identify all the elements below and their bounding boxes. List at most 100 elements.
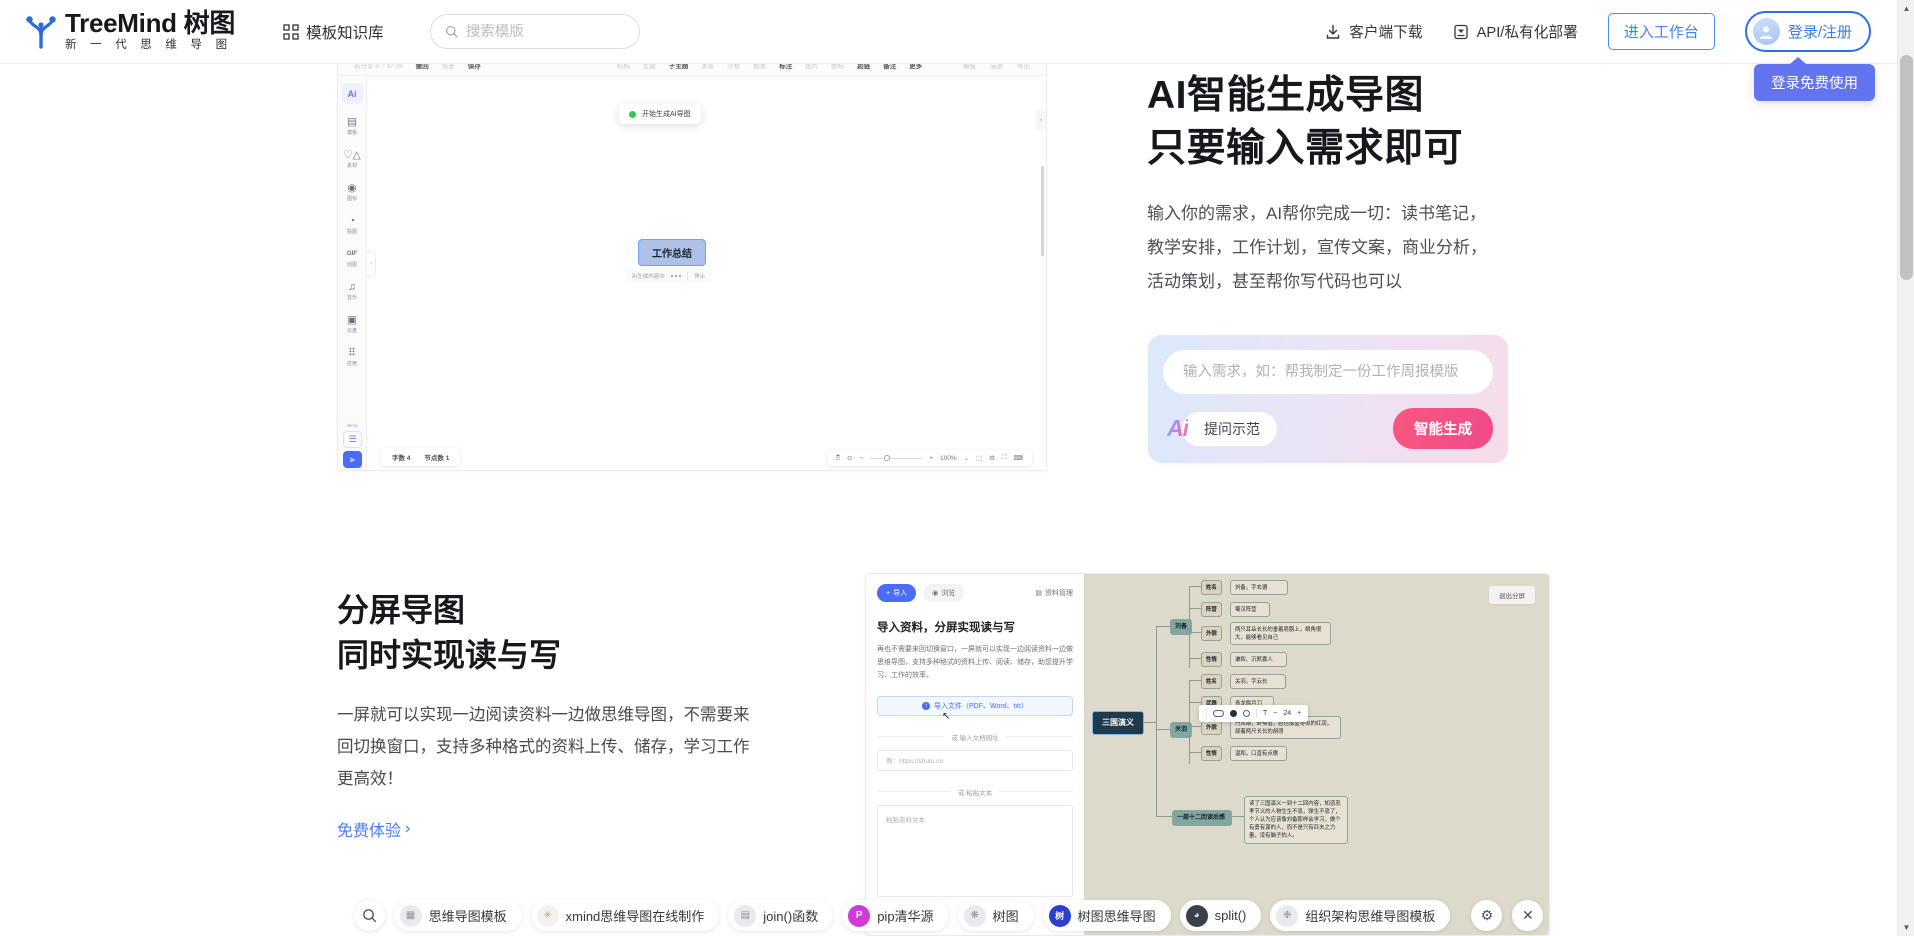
mindmap-key[interactable]: 姓名 [1201,674,1222,689]
center-view-icon[interactable]: ⊙ [847,454,852,462]
taskbar-item[interactable]: ▦ 思维导图模板 [394,900,522,931]
document-url-input[interactable]: 例：https://shutu.cn [877,750,1073,771]
login-register-button[interactable]: 登录/注册 [1745,11,1871,52]
mindmap-leaf[interactable]: 温和，口直有点傲 [1230,746,1287,761]
search-input[interactable] [466,24,625,40]
search-icon [362,908,377,923]
color-fill-icon[interactable] [1230,710,1237,717]
sidebar-item-apps[interactable]: ⠿ 应用 [347,347,357,367]
ai-prompt-field[interactable] [1163,350,1493,394]
canvas-panel-expand-button[interactable]: › [1036,109,1046,131]
settings-icon[interactable]: ⚙ [989,454,995,462]
taskbar-item[interactable]: ❋ 树图 [958,900,1034,931]
mouse-mode-icon[interactable]: 🖰 [836,454,840,462]
sidebar-item-sticker[interactable]: ◔ 贴图 [347,215,357,235]
split-view-button[interactable]: ⫸ [343,451,362,468]
taskbar-item[interactable]: P pip清华源 [842,900,948,931]
taskbar-item-label: split() [1215,908,1247,923]
tab-import[interactable]: + 导入 [877,584,916,602]
mindmap-format-toolbar[interactable]: T − 24 + [1199,705,1308,722]
editor-canvas[interactable]: 开始生成AI导图 工作总结 AI生成内容中 停止 字数 4 节点数 1 🖰 ⊙ … [367,76,1046,471]
mindmap-leaf[interactable]: 谦和、沉默寡人 [1230,652,1287,667]
shape-oval-icon[interactable] [1213,710,1224,717]
scroll-up-icon[interactable]: ▲ [1898,0,1914,17]
sidebar-item-gif[interactable]: GIF 动图 [347,248,357,268]
node-status-label: AI生成内容中 [632,272,665,280]
sidebar-collapse-button[interactable]: › [367,251,376,277]
zoom-out-button[interactable]: − [859,455,863,462]
zoom-in-button[interactable]: + [929,455,933,462]
ai-prompt-input[interactable] [1183,364,1473,380]
taskbar-item-label: pip清华源 [877,906,933,925]
zoom-slider[interactable] [870,458,922,459]
mindmap-key[interactable]: 阵营 [1201,602,1222,617]
sidebar-item-music[interactable]: ♫ 音乐 [347,281,357,301]
sidebar-ai-button[interactable]: Ai [342,83,363,104]
mindmap-root[interactable]: 三国演义 [1092,711,1144,735]
font-size-decrease-button[interactable]: − [1273,710,1277,717]
outline-view-button[interactable]: ☰ [343,431,362,448]
mindmap-leaf[interactable]: 蜀汉阵营 [1230,602,1270,617]
taskbar-item[interactable]: ▤ join()函数 [728,900,833,931]
hero-title-line1: AI智能生成导图 [1147,70,1537,123]
ai-generate-button[interactable]: 智能生成 [1393,408,1493,449]
mindmap-root-node[interactable]: 工作总结 [638,239,706,266]
mindmap-key[interactable]: 外貌 [1201,720,1222,735]
taskbar-item[interactable]: ◕ split() [1180,900,1262,931]
split-desc-line3: 更高效！ [337,763,797,795]
mindmap-leaf[interactable]: 刘备，字玄德 [1230,580,1288,595]
generation-toast: 开始生成AI导图 [619,104,701,124]
enter-workbench-button[interactable]: 进入工作台 [1608,13,1715,50]
zoom-slider-knob[interactable] [884,455,890,461]
logo[interactable]: TreeMind 树图 新 一 代 思 维 导 图 [24,10,235,53]
mindmap-leaf[interactable]: 两只耳朵长长的垂着肩膀上，眼角很大，能够看见自己 [1230,622,1331,645]
taskbar-item[interactable]: ❉ 组织架构思维导图模板 [1270,900,1450,931]
sidebar-item-material[interactable]: ♡△ 素材 [343,149,361,169]
taskbar-item[interactable]: ✳ xmind思维导图在线制作 [531,900,720,931]
mindmap-key[interactable]: 性情 [1201,746,1222,761]
keyboard-icon[interactable]: ⌨ [1014,454,1023,462]
mindmap-key[interactable]: 性情 [1201,652,1222,667]
scroll-down-icon[interactable]: ▼ [1898,919,1914,936]
color-outline-icon[interactable] [1243,710,1250,717]
taskbar-settings-button[interactable]: ⚙ [1471,900,1502,931]
mindmap-leaf[interactable]: 关羽，字云长 [1230,674,1286,689]
split-panel-desc: 再也不需要来回切换窗口，一屏就可以实现一边阅读资料一边做思维导图，支持多种格式的… [877,644,1073,683]
page-scrollbar[interactable]: ▲ ▼ [1897,0,1914,936]
import-file-button[interactable]: ↑ 导入文件（PDF、Word、txt） ↖ [877,696,1073,716]
font-size-value[interactable]: 24 [1283,710,1291,717]
free-trial-link[interactable]: 免费体验 › [337,817,410,841]
fit-screen-icon[interactable]: ⬚ [976,454,982,462]
sidebar-item-template[interactable]: ▤ 模板 [347,116,357,136]
chevron-down-icon[interactable]: ⌄ [964,454,969,462]
mindmap-key[interactable]: 姓名 [1201,580,1222,595]
server-icon [1453,24,1469,40]
taskbar-close-button[interactable]: ✕ [1512,900,1543,931]
split-right-canvas[interactable]: 退出分屏 三国演义 刘备 姓名 刘备，字玄德 阵营 [1084,574,1549,935]
mindmap-summary-key[interactable]: 一部十二回读后感 [1172,810,1232,826]
api-deploy-link[interactable]: API/私有化部署 [1453,21,1578,42]
site-header: TreeMind 树图 新 一 代 思 维 导 图 模板知识库 [0,0,1897,64]
taskbar-item-label: 树图 [993,906,1019,925]
mindmap-preview: 三国演义 刘备 姓名 刘备，字玄德 阵营 蜀汉阵营 外貌 两只耳朵长长的垂着肩膀… [1084,574,1549,935]
scrollbar-thumb[interactable] [1900,55,1913,280]
material-manage-button[interactable]: ▤ 资料管理 [1035,588,1073,598]
taskbar-item[interactable]: 树 树图思维导图 [1043,900,1171,931]
stop-generation-button[interactable]: 停止 [694,272,705,280]
nav-template-library[interactable]: 模板知识库 [283,21,384,43]
fullscreen-icon[interactable]: ⛶ [1002,454,1007,462]
text-style-icon[interactable]: T [1263,710,1267,717]
ai-demo-button[interactable]: 提问示范 [1182,412,1277,446]
sidebar-item-cloud[interactable]: ▣ 云盘 [347,314,357,334]
canvas-scrollbar[interactable] [1041,166,1044,256]
search-box[interactable] [430,14,640,49]
mindmap-summary-value[interactable]: 读了三国演义一到十二回内容，知道忠孝节义的人物生生不息，弹生不息了，个人认为应该… [1244,796,1348,844]
client-download-link[interactable]: 客户端下载 [1325,21,1422,42]
font-size-increase-button[interactable]: + [1297,710,1301,717]
shape-icon: ◉ [347,182,356,194]
mindmap-key[interactable]: 外貌 [1201,626,1222,641]
tab-browse[interactable]: ◉ 浏览 [923,584,964,602]
paste-text-area[interactable]: 粘贴资料文本 [877,805,1073,897]
taskbar-search-button[interactable] [354,900,385,931]
sidebar-item-shape[interactable]: ◉ 图标 [347,182,357,202]
